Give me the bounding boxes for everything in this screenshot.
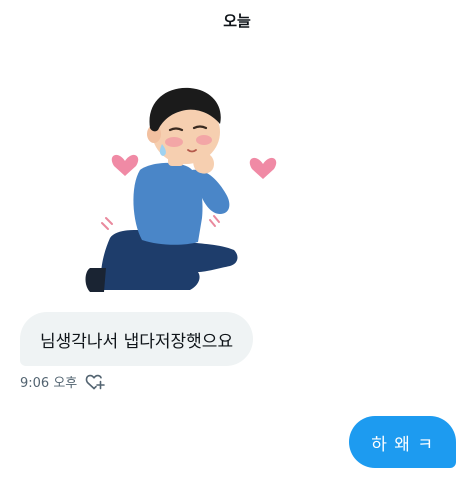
received-message-text: 님생각나서 냅다저장햇으요 [40,331,234,352]
dm-conversation: 오늘 님생각나서 냅다저장햇으요 9:06 오후 하 왜 ㅋ [0,0,474,481]
message-meta: 9:06 오후 [20,372,106,391]
sent-message-bubble[interactable]: 하 왜 ㅋ [349,416,456,468]
foot [85,268,106,292]
shirt [133,162,203,245]
heart-right-icon [249,157,277,179]
blushing-man-sticker[interactable] [80,58,290,308]
message-timestamp: 9:06 오후 [20,376,78,391]
heart-left-icon [111,154,139,176]
date-divider: 오늘 [223,12,251,30]
heart-plus-icon[interactable] [85,373,106,391]
received-message-bubble[interactable]: 님생각나서 냅다저장햇으요 [20,312,254,366]
sent-message-text: 하 왜 ㅋ [371,434,434,455]
